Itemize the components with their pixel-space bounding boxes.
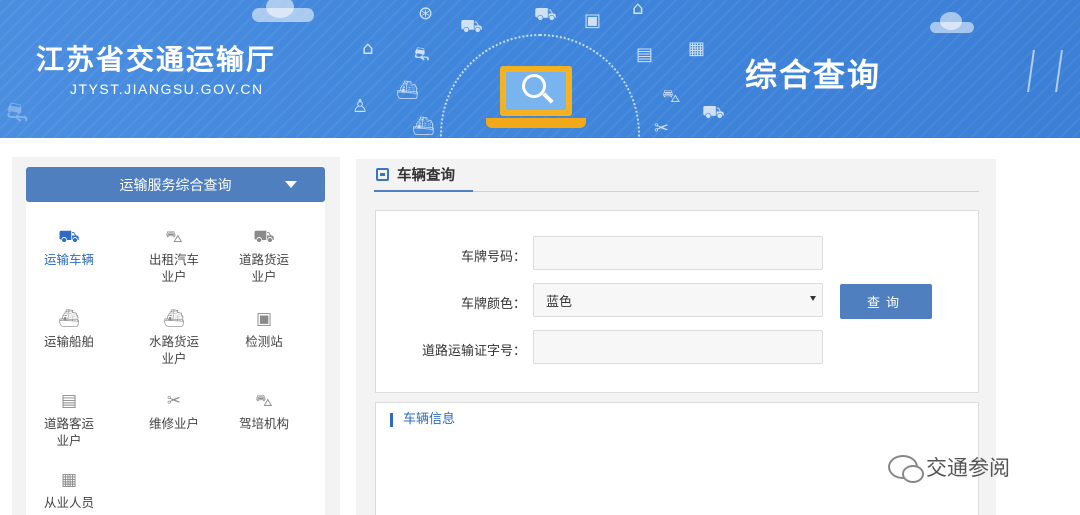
sidebar-item-label: 道路货运业户 [238,252,289,284]
shop-icon: ⌂ [362,38,374,59]
tools-icon: ✂ [654,118,670,138]
vehicle-check-icon: ⛟ [58,227,80,247]
watermark-text: 交通参阅 [926,456,1010,480]
sidebar-item-inspection-station[interactable]: ▣ 检测站 [224,309,304,350]
road-icon [1027,50,1063,92]
id-card-icon: ▦ [60,470,78,490]
ship-icon: ⛴ [396,80,419,101]
tab-vehicle-query[interactable]: 车辆查询 [374,159,473,192]
sidebar-item-transport-vehicle[interactable]: ⛟ 运输车辆 [29,227,109,268]
site-title: 江苏省交通运输厅 [36,43,277,76]
chart-icon: ▣ [584,10,602,31]
banner-heading: 综合查询 [745,56,882,94]
sidebar-item-repair-operator[interactable]: ✂ 维修业户 [134,391,214,432]
plate-number-label: 车牌号码： [460,250,526,265]
plate-color-select[interactable]: 蓝色 [533,283,823,317]
permit-number-input[interactable] [533,330,823,364]
sidebar-item-transport-ship[interactable]: ⛴ 运输船舶 [29,309,109,350]
site-url: JTYST.JIANGSU.GOV.CN [70,81,264,97]
bus-icon: ▤ [636,44,654,65]
sidebar-item-label: 检测站 [245,334,283,349]
sidebar-item-practitioner[interactable]: ▦ 从业人员 [29,470,109,511]
plate-color-value: 蓝色 [546,294,573,310]
query-button[interactable]: 查询 [840,284,932,319]
sidebar-item-label: 出租汽车业户 [148,252,199,284]
truck-icon: ⛟ [534,4,557,25]
sidebar-item-label: 运输船舶 [43,334,94,349]
driving-school-icon: ⛍ [255,391,273,411]
inspection-icon: ▣ [255,309,273,329]
sidebar-item-label: 驾培机构 [238,416,289,431]
plate-color-label: 车牌颜色： [460,297,526,312]
truck-icon: ⛟ [253,227,275,247]
dropdown-arrow-icon [810,296,816,301]
sidebar-item-freight-operator[interactable]: ⛟ 道路货运业户 [224,227,304,285]
category-grid: ⛟ 运输车辆 ⛍ 出租汽车业户 ⛟ 道路货运业户 ⛴ 运输船舶 ⛴ 水路货运业户… [26,202,325,515]
cargo-ship-icon: ⛴ [163,309,185,329]
plate-number-input[interactable] [533,236,823,270]
sidebar-item-label: 水路货运业户 [148,334,199,366]
people-icon: ♙ [352,96,369,117]
home-icon: ⌂ [632,0,644,19]
taxi-icon: ⛍ [165,227,183,247]
repair-tools-icon: ✂ [166,391,182,411]
chevron-down-icon[interactable] [285,181,297,188]
sidebar-item-driving-school[interactable]: ⛍ 驾培机构 [224,391,304,432]
sidebar-item-label: 维修业户 [148,416,199,431]
header-banner: 江苏省交通运输厅 JTYST.JIANGSU.GOV.CN ⊛ ⛟ ⛟ ▣ ⌂ … [0,0,1080,138]
watermark: 交通参阅 [888,452,1010,483]
sidebar-item-label: 从业人员 [43,495,94,510]
sidebar-item-label: 运输车辆 [43,252,94,267]
driving-school-icon: ⛍ [662,86,681,107]
tab-bar: 车辆查询 [374,159,979,192]
speed-limit-icon: ⊛ [418,3,434,24]
vehicle-info-title: 车辆信息 [390,413,455,427]
sidebar: 运输服务综合查询 ⛟ 运输车辆 ⛍ 出租汽车业户 ⛟ 道路货运业户 ⛴ 运输船舶… [12,157,340,515]
sidebar-header-label: 运输服务综合查询 [119,177,232,194]
calendar-icon: ▦ [688,38,706,59]
car-check-icon: ⛐ [414,44,430,65]
permit-number-label: 道路运输证字号： [421,344,526,359]
sidebar-item-passenger-operator[interactable]: ▤ 道路客运业户 [29,391,109,449]
cloud-icon [252,0,314,22]
tab-label: 车辆查询 [397,168,455,184]
laptop-search-illustration [486,66,586,136]
document-icon [376,168,389,181]
query-form: 车牌号码： 车牌颜色： 蓝色 道路运输证字号： 查询 [375,210,979,393]
car-outline-icon: ⛐ [6,98,29,128]
taxi-icon: ⛟ [460,16,483,37]
sidebar-header[interactable]: 运输服务综合查询 [26,167,325,202]
sidebar-item-label: 道路客运业户 [43,416,94,448]
cloud-icon [930,12,974,33]
van-icon: ⛟ [702,102,725,123]
cargo-ship-icon: ⛴ [412,116,435,137]
sidebar-item-waterway-freight[interactable]: ⛴ 水路货运业户 [134,309,214,367]
wechat-icon [888,455,924,483]
bus-icon: ▤ [60,391,78,411]
sidebar-item-taxi-operator[interactable]: ⛍ 出租汽车业户 [134,227,214,285]
ship-icon: ⛴ [58,309,80,329]
